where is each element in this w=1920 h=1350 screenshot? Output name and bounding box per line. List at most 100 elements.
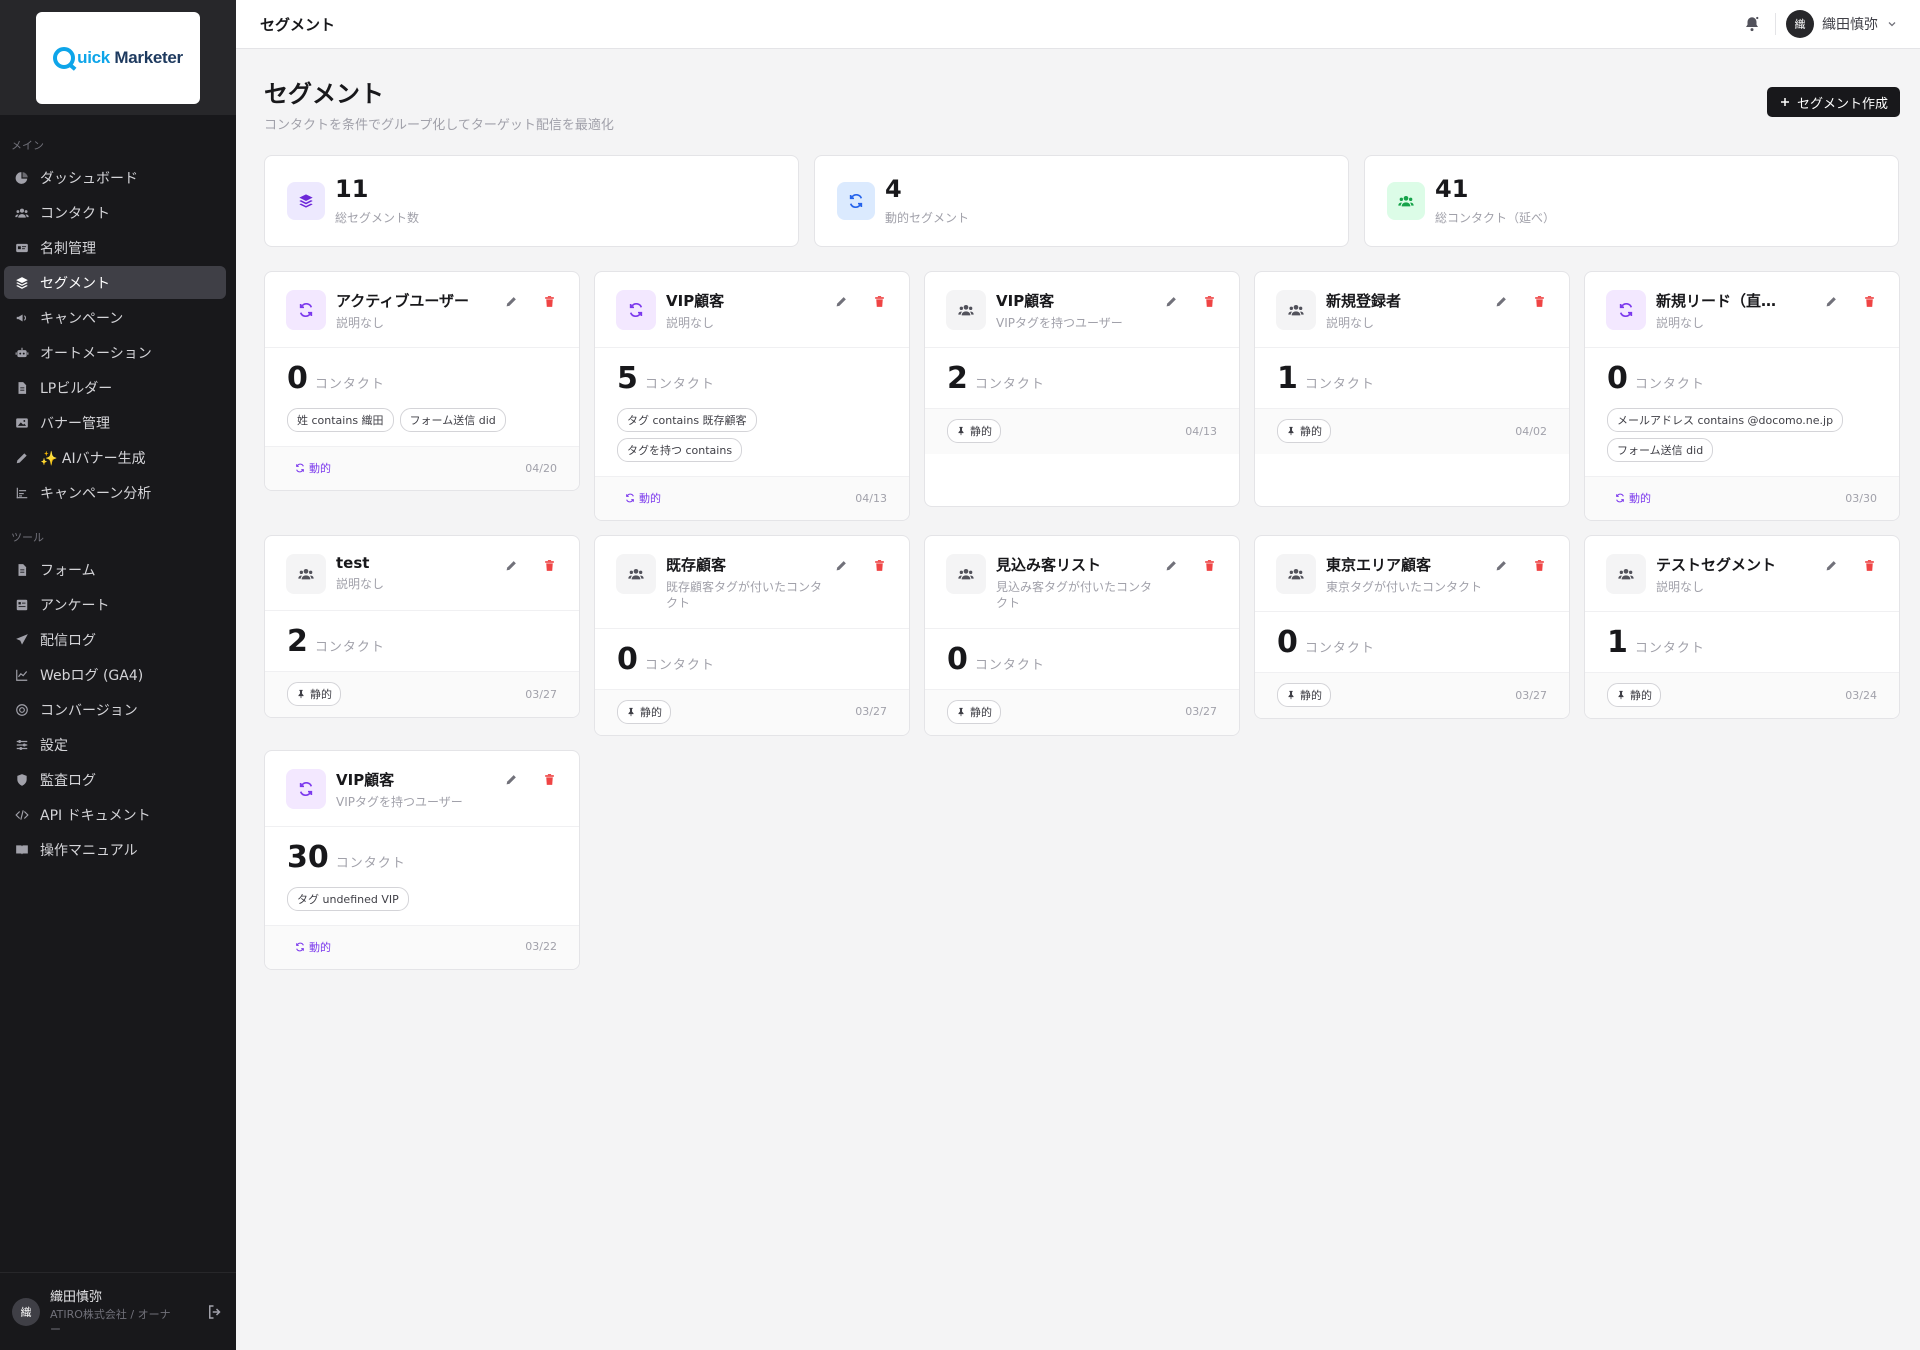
sidebar-item-book[interactable]: 操作マニュアル: [4, 833, 226, 866]
segment-type-badge: 動的: [617, 487, 669, 509]
edit-button[interactable]: [1821, 292, 1841, 312]
segment-name: 見込み客リスト: [996, 556, 1102, 575]
app-logo[interactable]: uick Marketer: [36, 11, 200, 104]
users-icon: [1276, 290, 1316, 330]
edit-button[interactable]: [1161, 556, 1181, 576]
pen-icon: [14, 450, 30, 466]
segment-card[interactable]: 東京エリア顧客 東京タグが付いたコンタクト 0 コンタクト 静的 03/27: [1254, 535, 1570, 720]
sidebar-item-shield[interactable]: 監査ログ: [4, 763, 226, 796]
edit-button[interactable]: [1491, 292, 1511, 312]
delete-button[interactable]: [1859, 556, 1879, 576]
sidebar-item-file[interactable]: LPビルダー: [4, 371, 226, 404]
sidebar-item-id-card[interactable]: 名刺管理: [4, 231, 226, 264]
segment-date: 03/27: [1185, 705, 1217, 719]
users-icon: [1276, 554, 1316, 595]
sidebar-item-bar-chart[interactable]: キャンペーン分析: [4, 476, 226, 509]
segment-date: 03/27: [855, 705, 887, 719]
target-icon: [14, 702, 30, 718]
sidebar-item-robot[interactable]: オートメーション: [4, 336, 226, 369]
sidebar-item-chart-pie[interactable]: ダッシュボード: [4, 161, 226, 194]
sidebar-item-users[interactable]: コンタクト: [4, 196, 226, 229]
sidebar-item-line-chart[interactable]: Webログ (GA4): [4, 658, 226, 691]
edit-button[interactable]: [1161, 292, 1181, 312]
delete-button[interactable]: [1529, 556, 1549, 576]
segment-card[interactable]: VIP顧客 説明なし 5 コンタクト タグ contains 既存顧客 タグを持つ con…: [594, 271, 910, 522]
contact-count: 0: [617, 641, 638, 677]
book-icon: [14, 842, 30, 858]
condition-tag: 姓 contains 織田: [287, 408, 394, 433]
sidebar-item-layers[interactable]: セグメント: [4, 266, 226, 299]
bell-icon[interactable]: [1743, 15, 1761, 33]
edit-button[interactable]: [1491, 556, 1511, 576]
sidebar-item-survey[interactable]: アンケート: [4, 588, 226, 621]
delete-button[interactable]: [1859, 292, 1879, 312]
contact-unit: コンタクト: [1634, 641, 1705, 657]
edit-button[interactable]: [831, 292, 851, 312]
sidebar-item-label: LPビルダー: [40, 380, 113, 397]
trash-icon: [873, 293, 886, 312]
refresh-icon: [625, 493, 635, 503]
segment-name: VIP顧客: [666, 292, 725, 310]
sidebar-item-code[interactable]: API ドキュメント: [4, 798, 226, 831]
segment-card[interactable]: アクティブユーザー 説明なし 0 コンタクト姓 contains 織田 フォーム送信 d…: [264, 271, 580, 492]
trash-icon: [543, 557, 556, 576]
segment-card[interactable]: 新規リード（直… 説明なし 0 コンタクト メールアドレス contains @doco…: [1584, 271, 1900, 522]
segment-card[interactable]: VIP顧客 VIPタグを持つユーザー 30 コンタクト タグ undefined VIP…: [264, 749, 580, 970]
edit-button[interactable]: [831, 556, 851, 576]
delete-button[interactable]: [869, 556, 889, 576]
delete-button[interactable]: [539, 556, 559, 576]
avatar[interactable]: 織: [12, 1297, 40, 1326]
sidebar-item-pen[interactable]: ✨ AIバナー生成: [4, 441, 226, 474]
refresh-icon: [295, 463, 305, 473]
sidebar-item-label: 名刺管理: [40, 240, 96, 257]
pencil-icon: [505, 771, 518, 790]
stat-value: 41: [1435, 174, 1469, 203]
refresh-icon: [286, 290, 326, 330]
edit-button[interactable]: [501, 292, 521, 312]
page-title: セグメント: [264, 80, 384, 108]
sidebar-item-label: ✨ AIバナー生成: [40, 450, 146, 467]
segment-description: 説明なし: [336, 577, 385, 592]
edit-button[interactable]: [501, 771, 521, 791]
pushpin-icon: [1286, 426, 1296, 436]
segment-card[interactable]: 既存顧客 既存顧客タグが付いたコンタクト 0 コンタクト 静的 03/27: [594, 535, 910, 736]
delete-button[interactable]: [869, 292, 889, 312]
user-menu[interactable]: 織 織田慎弥: [1786, 10, 1898, 38]
pushpin-icon: [1616, 690, 1626, 700]
segment-name: VIP顧客: [336, 770, 395, 789]
sidebar-item-sliders[interactable]: 設定: [4, 728, 226, 761]
edit-button[interactable]: [501, 556, 521, 576]
delete-button[interactable]: [1529, 292, 1549, 312]
segment-type-badge: 静的: [617, 699, 671, 724]
plus-icon: [1780, 98, 1789, 106]
stat-label: 総コンタクト（延べ）: [1435, 210, 1556, 225]
contact-count: 1: [1277, 361, 1298, 397]
sidebar-item-megaphone[interactable]: キャンペーン: [4, 301, 226, 334]
create-segment-button[interactable]: セグメント作成: [1766, 87, 1900, 117]
refresh-icon: [286, 768, 326, 809]
delete-button[interactable]: [539, 292, 559, 312]
segment-card[interactable]: テストセグメント 説明なし 1 コンタクト 静的 03/24: [1584, 535, 1900, 720]
sidebar-item-send[interactable]: 配信ログ: [4, 623, 226, 656]
segment-card[interactable]: test 説明なし 2 コンタクト 静的 03/27: [264, 535, 580, 719]
delete-button[interactable]: [1199, 292, 1219, 312]
delete-button[interactable]: [1199, 556, 1219, 576]
segment-card[interactable]: VIP顧客 VIPタグを持つユーザー 2 コンタクト 静的 04/13: [924, 271, 1240, 508]
delete-button[interactable]: [539, 771, 559, 791]
contact-unit: コンタクト: [314, 640, 385, 656]
segment-card[interactable]: 見込み客リスト 見込み客タグが付いたコンタクト 0 コンタクト 静的 03/27: [924, 535, 1240, 736]
segment-description: VIPタグを持つユーザー: [996, 316, 1123, 330]
edit-button[interactable]: [1821, 556, 1841, 576]
users-icon: [14, 205, 30, 221]
segment-name: 既存顧客: [666, 556, 727, 575]
sidebar-item-target[interactable]: コンバージョン: [4, 693, 226, 726]
segment-type-badge: 静的: [1607, 683, 1661, 708]
segment-date: 03/27: [1515, 688, 1547, 702]
segment-card[interactable]: 新規登録者 説明なし 1 コンタクト 静的 04/02: [1254, 271, 1570, 508]
survey-icon: [14, 597, 30, 613]
sidebar-item-image[interactable]: バナー管理: [4, 406, 226, 439]
sidebar-item-label: キャンペーン分析: [40, 485, 152, 502]
segment-description: 説明なし: [1326, 316, 1375, 330]
sidebar-item-file[interactable]: フォーム: [4, 553, 226, 586]
logout-icon[interactable]: [206, 1303, 224, 1321]
